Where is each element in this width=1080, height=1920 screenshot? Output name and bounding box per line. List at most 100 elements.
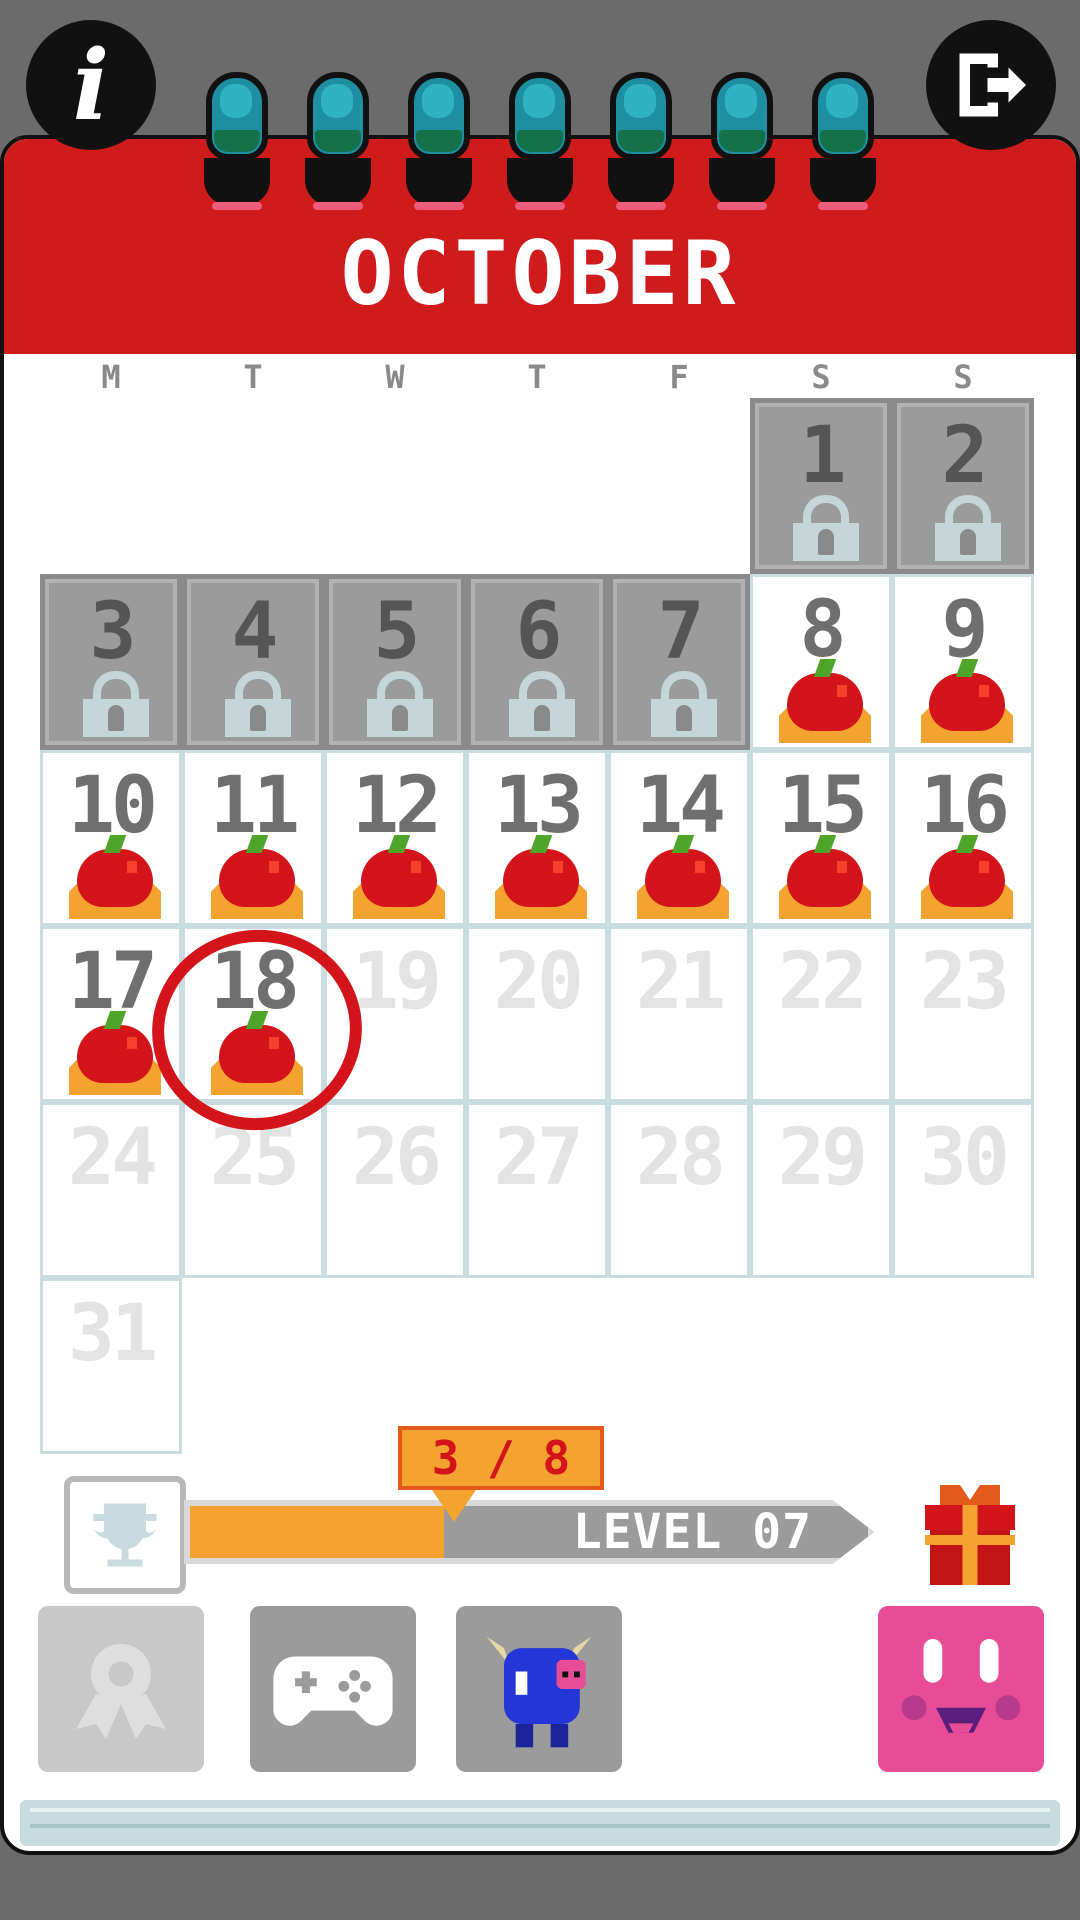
day-cell-5[interactable]: 5 [324, 574, 466, 750]
apple-crown-icon [921, 835, 1013, 919]
paper-edge [20, 1800, 1060, 1846]
day-cell-13[interactable]: 13 [466, 750, 608, 926]
ring [503, 62, 577, 222]
day-number: 30 [920, 1113, 1010, 1203]
day-cell-7[interactable]: 7 [608, 574, 750, 750]
day-cell-1[interactable]: 1 [750, 398, 892, 574]
lock-icon [225, 671, 291, 737]
apple-crown-icon [211, 835, 303, 919]
day-cell-31[interactable]: 31 [40, 1278, 182, 1454]
weekday-header: M T W T F S S [40, 358, 1036, 398]
progress-fill [190, 1506, 445, 1558]
gift-icon [925, 1485, 1015, 1585]
weekday-label: W [385, 358, 405, 396]
gift-button[interactable] [920, 1480, 1020, 1590]
weekday-label: F [669, 358, 689, 396]
apple-crown-icon [353, 835, 445, 919]
day-cell-30[interactable]: 30 [892, 1102, 1034, 1278]
day-cell-24[interactable]: 24 [40, 1102, 182, 1278]
trophy-button[interactable] [64, 1476, 186, 1594]
day-number: 21 [636, 937, 726, 1027]
day-number: 2 [941, 411, 989, 501]
apple-crown-icon [637, 835, 729, 919]
apple-crown-icon [921, 659, 1013, 743]
day-number: 27 [494, 1113, 584, 1203]
day-cell-4[interactable]: 4 [182, 574, 324, 750]
day-cell-8[interactable]: 8 [750, 574, 892, 750]
spiral-binding [200, 62, 900, 222]
games-button[interactable] [250, 1606, 416, 1772]
apple-crown-icon [69, 835, 161, 919]
day-cell-21[interactable]: 21 [608, 926, 750, 1102]
month-title: OCTOBER [340, 222, 740, 325]
day-number: 5 [373, 587, 421, 677]
badges-button[interactable] [38, 1606, 204, 1772]
day-cell-9[interactable]: 9 [892, 574, 1034, 750]
ring [402, 62, 476, 222]
day-cell-23[interactable]: 23 [892, 926, 1034, 1102]
info-icon: i [72, 28, 110, 142]
pink-face-icon [901, 1639, 1021, 1733]
day-cell-27[interactable]: 27 [466, 1102, 608, 1278]
lock-icon [935, 495, 1001, 561]
day-cell-3[interactable]: 3 [40, 574, 182, 750]
day-cell-11[interactable]: 11 [182, 750, 324, 926]
level-progress-bar: LEVEL 07 [184, 1500, 874, 1564]
day-number: 23 [920, 937, 1010, 1027]
day-number: 20 [494, 937, 584, 1027]
day-number: 28 [636, 1113, 726, 1203]
ring [705, 62, 779, 222]
weekday-label: T [527, 358, 547, 396]
lock-icon [793, 495, 859, 561]
ring [200, 62, 274, 222]
lock-icon [509, 671, 575, 737]
day-cell-22[interactable]: 22 [750, 926, 892, 1102]
day-cell-10[interactable]: 10 [40, 750, 182, 926]
day-number: 1 [799, 411, 847, 501]
day-number: 29 [778, 1113, 868, 1203]
day-number: 31 [68, 1289, 158, 1379]
day-number: 24 [68, 1113, 158, 1203]
progress-count-tag: 3 / 8 [398, 1426, 604, 1522]
apple-crown-icon [495, 835, 587, 919]
apple-crown-icon [779, 659, 871, 743]
lock-icon [651, 671, 717, 737]
apple-crown-icon [69, 1011, 161, 1095]
day-cell-14[interactable]: 14 [608, 750, 750, 926]
weekday-label: S [953, 358, 973, 396]
ribbon-badge-icon [76, 1644, 166, 1739]
exit-button[interactable] [926, 20, 1056, 150]
profile-button[interactable] [878, 1606, 1044, 1772]
day-number: 26 [352, 1113, 442, 1203]
day-number: 4 [231, 587, 279, 677]
weekday-label: S [811, 358, 831, 396]
weekday-label: M [101, 358, 121, 396]
day-cell-20[interactable]: 20 [466, 926, 608, 1102]
day-cell-15[interactable]: 15 [750, 750, 892, 926]
apple-crown-icon [779, 835, 871, 919]
day-cell-26[interactable]: 26 [324, 1102, 466, 1278]
day-cell-2[interactable]: 2 [892, 398, 1034, 574]
weekday-label: T [243, 358, 263, 396]
level-label: LEVEL 07 [572, 1504, 812, 1560]
info-button[interactable]: i [26, 20, 156, 150]
day-cell-12[interactable]: 12 [324, 750, 466, 926]
lock-icon [83, 671, 149, 737]
gamepad-icon [273, 1656, 393, 1726]
lock-icon [367, 671, 433, 737]
exit-icon [959, 53, 1026, 117]
day-cell-16[interactable]: 16 [892, 750, 1034, 926]
day-number: 22 [778, 937, 868, 1027]
day-cell-28[interactable]: 28 [608, 1102, 750, 1278]
ring [301, 62, 375, 222]
ring [604, 62, 678, 222]
day-cell-29[interactable]: 29 [750, 1102, 892, 1278]
blue-monster-icon [486, 1636, 592, 1748]
day-cell-6[interactable]: 6 [466, 574, 608, 750]
day-number: 7 [657, 587, 705, 677]
day-number: 6 [515, 587, 563, 677]
trophy-icon [93, 1503, 157, 1567]
day-number: 3 [89, 587, 137, 677]
ring [806, 62, 880, 222]
character-button[interactable] [456, 1606, 622, 1772]
